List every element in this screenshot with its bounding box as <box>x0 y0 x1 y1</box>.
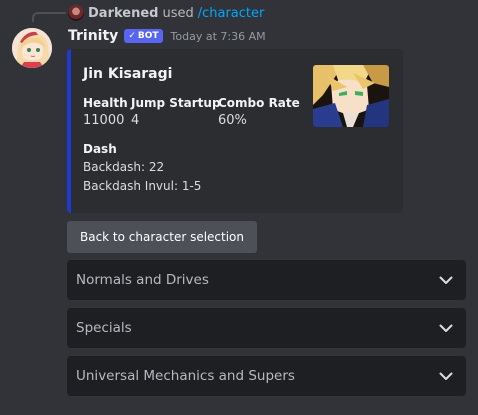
back-to-selection-button[interactable]: Back to character selection <box>67 221 257 253</box>
reply-avatar[interactable] <box>68 5 84 21</box>
author-avatar[interactable] <box>12 28 52 68</box>
field-value: 60% <box>218 113 247 128</box>
field-value: 11000 <box>83 113 125 128</box>
field-name: Jump Startup <box>131 96 221 110</box>
backdash-value: Backdash: 22 <box>83 160 165 174</box>
select-universal-mechanics-and-supers[interactable]: Universal Mechanics and Supers <box>67 356 466 396</box>
select-label: Specials <box>76 320 132 336</box>
select-normals-and-drives[interactable]: Normals and Drives <box>67 260 466 300</box>
field-name: Health <box>83 96 128 110</box>
reply-command[interactable]: /character <box>198 6 265 21</box>
chevron-down-icon <box>438 272 454 288</box>
reply-username[interactable]: Darkened <box>88 6 158 21</box>
field-jump-startup: Jump Startup 4 <box>131 96 221 128</box>
field-value: 4 <box>131 113 140 128</box>
chevron-down-icon <box>438 320 454 336</box>
select-label: Normals and Drives <box>76 272 209 288</box>
field-combo-rate: Combo Rate 60% <box>218 96 300 128</box>
field-health: Health 11000 <box>83 96 128 128</box>
select-label: Universal Mechanics and Supers <box>76 368 295 384</box>
bot-badge: ✓ BOT <box>124 29 163 43</box>
timestamp[interactable]: Today at 7:36 AM <box>171 30 266 43</box>
author-name[interactable]: Trinity <box>68 28 118 44</box>
character-thumbnail[interactable] <box>313 65 389 127</box>
character-embed: Jin Kisaragi Health 11000 Jump Startup 4… <box>67 49 403 213</box>
field-name: Dash <box>83 142 117 156</box>
field-name: Combo Rate <box>218 96 300 110</box>
embed-title: Jin Kisaragi <box>83 66 173 82</box>
reply-context[interactable]: Darkened used /character <box>68 4 264 22</box>
bot-badge-label: BOT <box>137 31 159 41</box>
check-icon: ✓ <box>128 31 136 41</box>
backdash-invul-value: Backdash Invul: 1-5 <box>83 179 202 193</box>
message-header: Trinity ✓ BOT Today at 7:36 AM <box>68 26 266 46</box>
reply-spine <box>32 12 66 22</box>
chevron-down-icon <box>438 368 454 384</box>
field-dash: Dash Backdash: 22 Backdash Invul: 1-5 <box>83 142 201 194</box>
select-specials[interactable]: Specials <box>67 308 466 348</box>
reply-used-text: used <box>162 5 194 21</box>
